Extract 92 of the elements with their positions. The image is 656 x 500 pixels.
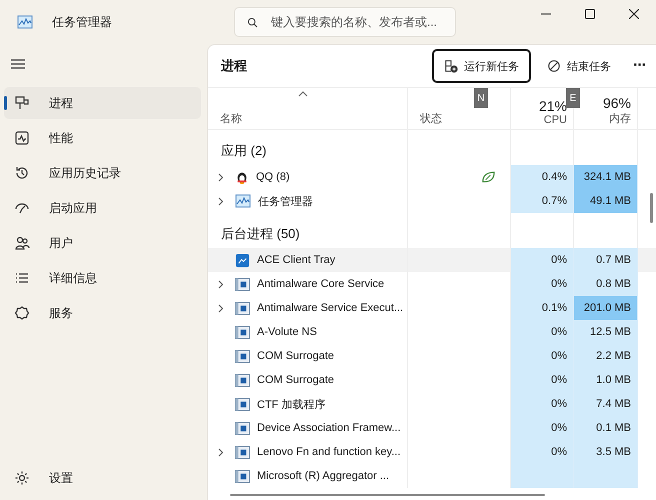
- memory-cell: 201.0 MB: [574, 296, 638, 320]
- cpu-cell: 0%: [511, 392, 574, 416]
- process-name[interactable]: Device Association Framew...: [208, 416, 408, 440]
- column-header[interactable]: 状态: [420, 111, 504, 126]
- app-window-icon: [235, 470, 250, 482]
- maximize-button[interactable]: [585, 9, 595, 19]
- app-window-icon: [235, 278, 250, 290]
- process-name[interactable]: COM Surrogate: [208, 344, 408, 368]
- memory-cell: [574, 464, 638, 488]
- column-total: 96%: [602, 95, 631, 111]
- app-window-icon: [235, 446, 250, 458]
- process-name[interactable]: Antimalware Core Service: [208, 272, 408, 296]
- app-window-icon: [235, 302, 250, 314]
- search-icon: [246, 16, 259, 29]
- cpu-cell: 0%: [511, 248, 574, 272]
- app-window-icon: [235, 326, 250, 338]
- cpu-cell: 0%: [511, 344, 574, 368]
- chevron-right-icon[interactable]: [218, 448, 224, 456]
- sidebar-item[interactable]: 用户: [4, 227, 201, 259]
- chevron-right-icon[interactable]: [218, 172, 224, 182]
- app-window-icon: [235, 422, 250, 434]
- history-icon: [14, 165, 30, 181]
- selected-row[interactable]: ACE Client Tray 0% 0.7 MB: [208, 248, 656, 272]
- chevron-right-icon[interactable]: [218, 280, 224, 288]
- cpu-cell: 0.4%: [511, 165, 574, 189]
- cpu-cell: 0%: [511, 440, 574, 464]
- cpu-cell: [511, 464, 574, 488]
- column-header[interactable]: 名称: [220, 111, 401, 126]
- window-title: 任务管理器: [52, 14, 113, 30]
- column-header[interactable]: 内存: [609, 111, 631, 126]
- chevron-right-icon[interactable]: [218, 196, 224, 206]
- process-name[interactable]: CTF 加载程序: [208, 392, 408, 416]
- key-hint-badge: E: [566, 88, 580, 108]
- sidebar-item[interactable]: 应用历史记录: [4, 157, 201, 189]
- prohibited-icon: [547, 59, 562, 73]
- penguin-icon: [235, 170, 249, 184]
- app-window-icon: [235, 374, 250, 386]
- end-task-button[interactable]: 结束任务: [535, 49, 624, 83]
- monitor-chart-icon: [235, 194, 251, 208]
- settings-item[interactable]: 设置: [4, 462, 201, 494]
- minimize-button[interactable]: [541, 13, 551, 15]
- settings-icon: [14, 470, 30, 486]
- add-window-icon: [444, 59, 458, 73]
- column-header[interactable]: CPU: [544, 114, 567, 126]
- memory-cell: 0.8 MB: [574, 272, 638, 296]
- close-button[interactable]: [629, 9, 639, 19]
- more-button[interactable]: ···: [633, 57, 646, 75]
- cpu-cell: 0%: [511, 320, 574, 344]
- app-window-icon: [235, 398, 250, 410]
- cpu-cell: 0.7%: [511, 189, 574, 213]
- app-window-icon: [235, 252, 250, 268]
- performance-icon: [14, 130, 30, 146]
- process-name[interactable]: COM Surrogate: [208, 368, 408, 392]
- memory-cell: 49.1 MB: [574, 189, 638, 213]
- chevron-right-icon[interactable]: [218, 304, 224, 312]
- group-heading: 应用 (2): [208, 130, 408, 165]
- sidebar-item[interactable]: 性能: [4, 122, 201, 154]
- process-name[interactable]: Lenovo Fn and function key...: [208, 440, 408, 464]
- cpu-cell: 0%: [511, 416, 574, 440]
- cpu-cell: 0%: [511, 272, 574, 296]
- process-name[interactable]: Antimalware Service Execut...: [208, 296, 408, 320]
- sidebar-item[interactable]: 服务: [4, 297, 201, 329]
- process-name[interactable]: Microsoft (R) Aggregator ...: [208, 464, 408, 488]
- search-field[interactable]: 键入要搜索的名称、发布者或...: [234, 7, 456, 37]
- gear-icon: [14, 305, 30, 321]
- process-name[interactable]: A-Volute NS: [208, 320, 408, 344]
- process-name[interactable]: 任务管理器: [208, 189, 408, 213]
- monitor-chart-icon: [16, 15, 34, 29]
- horizontal-scrollbar[interactable]: [230, 494, 545, 496]
- memory-cell: 1.0 MB: [574, 368, 638, 392]
- memory-cell: 2.2 MB: [574, 344, 638, 368]
- vertical-scrollbar[interactable]: [650, 193, 653, 223]
- memory-cell: 0.7 MB: [574, 248, 638, 272]
- process-name[interactable]: QQ (8): [208, 165, 408, 189]
- memory-cell: 324.1 MB: [574, 165, 638, 189]
- cpu-cell: 0%: [511, 368, 574, 392]
- processes-icon: [14, 95, 30, 111]
- sidebar-item[interactable]: 启动应用: [4, 192, 201, 224]
- page-title: 进程: [221, 57, 247, 75]
- memory-cell: 7.4 MB: [574, 392, 638, 416]
- memory-cell: 12.5 MB: [574, 320, 638, 344]
- cpu-cell: 0.1%: [511, 296, 574, 320]
- app-window-icon: [235, 350, 250, 362]
- sidebar-item[interactable]: 详细信息: [4, 262, 201, 294]
- process-name[interactable]: ACE Client Tray: [208, 248, 408, 272]
- run-task-button[interactable]: 运行新任务: [432, 49, 532, 83]
- sidebar-item[interactable]: 进程: [4, 87, 201, 119]
- users-icon: [14, 235, 30, 251]
- column-total: 21%: [538, 98, 567, 114]
- key-hint-badge: N: [474, 88, 488, 108]
- memory-cell: 0.1 MB: [574, 416, 638, 440]
- memory-cell: 3.5 MB: [574, 440, 638, 464]
